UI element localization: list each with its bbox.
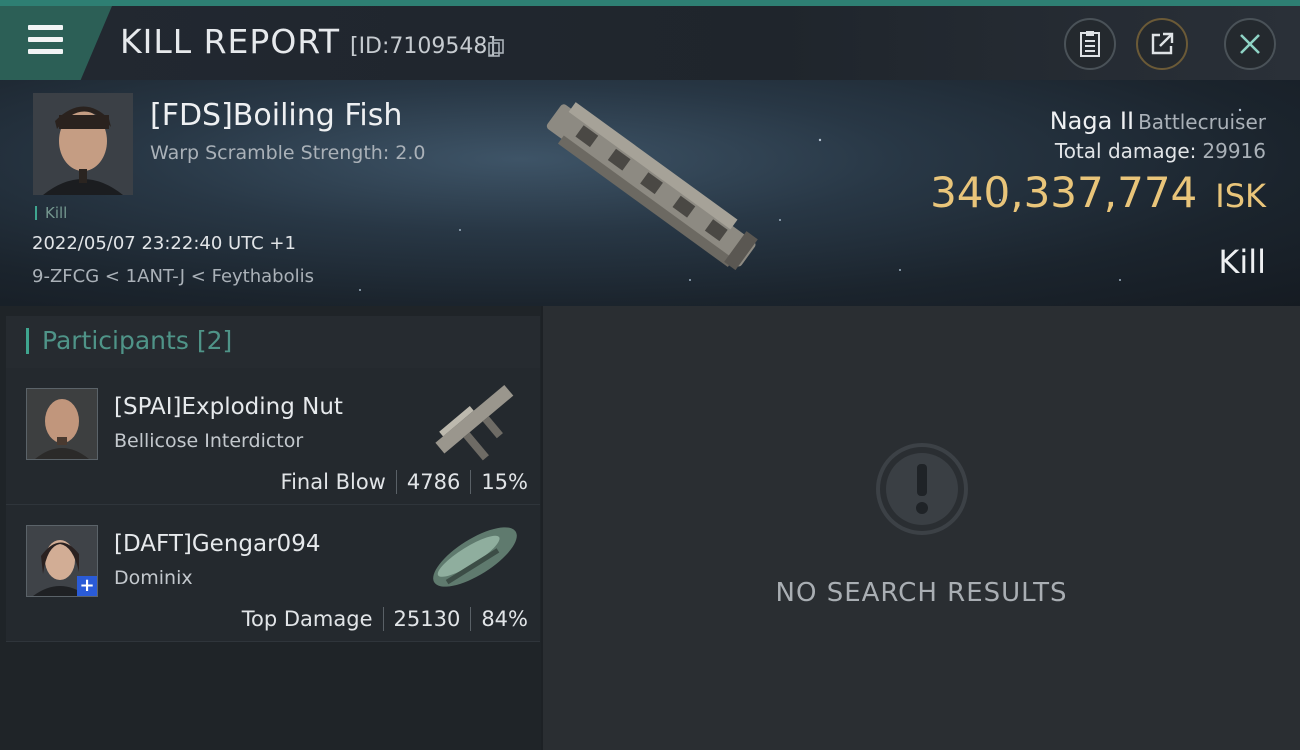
ship-class: Battlecruiser bbox=[1138, 110, 1266, 134]
participant-percent: 15% bbox=[481, 470, 528, 494]
total-damage: Total damage: 29916 bbox=[1054, 139, 1266, 163]
isk-value: 340,337,774 ISK bbox=[930, 168, 1266, 217]
menu-button[interactable] bbox=[0, 6, 112, 80]
victim-avatar[interactable] bbox=[33, 93, 133, 195]
clipboard-icon bbox=[1080, 31, 1100, 57]
participant-ship: Dominix bbox=[114, 567, 193, 589]
kill-result: Kill bbox=[1218, 243, 1266, 281]
victim-name: [FDS]Boiling Fish bbox=[150, 98, 403, 133]
detail-panel: NO SEARCH RESULTS bbox=[543, 306, 1300, 750]
kill-tag: Kill bbox=[35, 204, 67, 222]
participants-count: [2] bbox=[196, 326, 233, 355]
no-search-results-text: NO SEARCH RESULTS bbox=[775, 578, 1068, 608]
isk-currency: ISK bbox=[1215, 177, 1266, 215]
copy-icon[interactable] bbox=[488, 39, 504, 57]
share-button[interactable] bbox=[1136, 18, 1188, 70]
participant-row[interactable]: [SPAI]Exploding Nut Bellicose Interdicto… bbox=[6, 368, 540, 505]
participants-label: Participants bbox=[42, 326, 189, 355]
participants-panel: Participants [2] [SPAI]Exploding Nut Bel… bbox=[0, 306, 541, 750]
close-button[interactable] bbox=[1224, 18, 1276, 70]
participant-ship-image bbox=[435, 384, 514, 461]
participant-ship: Bellicose Interdictor bbox=[114, 430, 304, 452]
total-damage-value: 29916 bbox=[1202, 139, 1266, 163]
participant-role: Top Damage bbox=[241, 607, 373, 631]
page-title: KILL REPORT [ID:7109548] bbox=[120, 22, 496, 61]
close-icon bbox=[1240, 34, 1260, 54]
participant-name: [DAFT]Gengar094 bbox=[114, 531, 321, 557]
warp-scramble-strength: Warp Scramble Strength: 2.0 bbox=[150, 142, 426, 164]
report-id: [ID:7109548] bbox=[349, 34, 496, 59]
participant-stats: Top Damage 25130 84% bbox=[242, 607, 528, 631]
participant-avatar[interactable] bbox=[26, 388, 98, 460]
participants-header: Participants [2] bbox=[6, 316, 540, 368]
participant-row[interactable]: + [DAFT]Gengar094 Dominix Top Damage 2513… bbox=[6, 505, 540, 642]
victim-banner: [FDS]Boiling Fish Warp Scramble Strength… bbox=[0, 80, 1300, 306]
participant-stats: Final Blow 4786 15% bbox=[281, 470, 528, 494]
participant-ship-image bbox=[433, 527, 517, 587]
plus-badge-icon: + bbox=[77, 576, 97, 596]
kill-location: 9-ZFCG < 1ANT-J < Feythabolis bbox=[32, 266, 314, 287]
clipboard-button[interactable] bbox=[1064, 18, 1116, 70]
title-bar: KILL REPORT [ID:7109548] bbox=[0, 6, 1300, 80]
participant-damage: 4786 bbox=[406, 470, 461, 494]
menu-icon bbox=[28, 25, 63, 61]
kill-datetime: 2022/05/07 23:22:40 UTC +1 bbox=[32, 233, 296, 254]
participant-role: Final Blow bbox=[280, 470, 386, 494]
victim-ship: Naga II Battlecruiser bbox=[1049, 107, 1266, 135]
participant-damage: 25130 bbox=[393, 607, 461, 631]
share-icon bbox=[1151, 32, 1174, 55]
participant-name: [SPAI]Exploding Nut bbox=[114, 394, 343, 420]
participant-percent: 84% bbox=[481, 607, 528, 631]
victim-ship-image bbox=[546, 102, 758, 271]
participant-avatar[interactable]: + bbox=[26, 525, 98, 597]
alert-icon bbox=[876, 443, 968, 535]
